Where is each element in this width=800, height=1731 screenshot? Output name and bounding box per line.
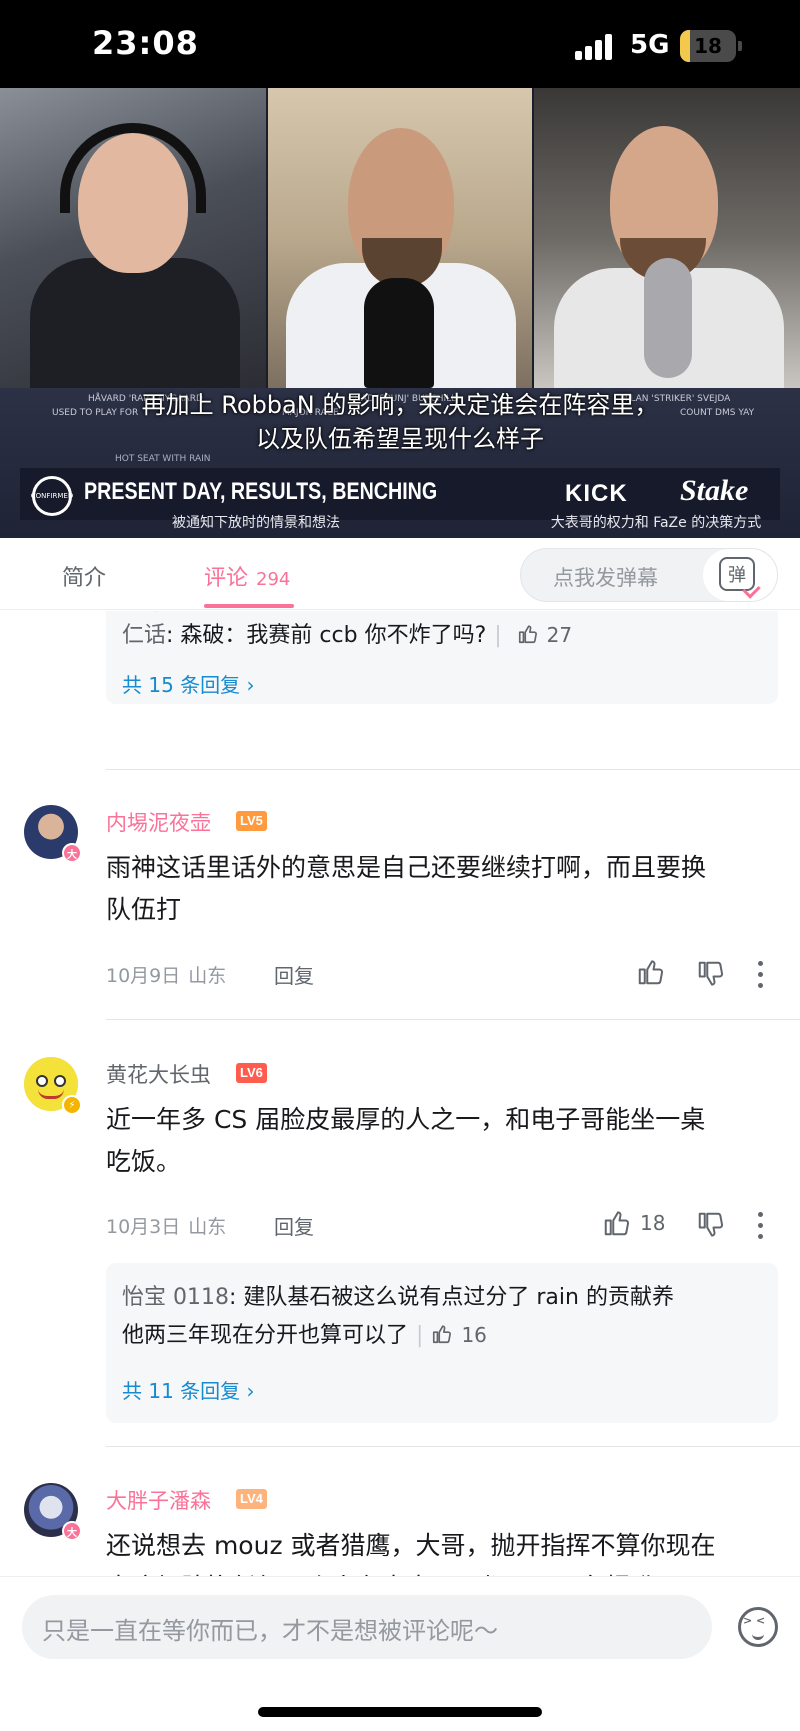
network-type: 5G (630, 30, 670, 60)
thumb-up-icon[interactable] (517, 623, 539, 645)
webcam-center (268, 88, 532, 388)
reply-button[interactable]: 回复 (274, 1211, 314, 1240)
danmaku-placeholder: 点我发弹幕 (553, 566, 658, 590)
danmaku-toggle-button[interactable]: 弹 (703, 549, 777, 601)
more-options-icon[interactable] (758, 961, 766, 989)
confirmed-logo: CONFIRMED (31, 476, 73, 516)
status-time: 23:08 (92, 24, 199, 62)
video-subtitle: 再加上 RobbaN 的影响，来决定谁会在阵容里， 以及队伍希望呈现什么样子 (0, 388, 800, 456)
thumb-down-icon[interactable] (696, 1210, 726, 1240)
danmaku-icon: 弹 (719, 557, 755, 591)
thumb-up-icon[interactable] (636, 957, 666, 987)
lightning-badge-icon: ⚡ (62, 1095, 82, 1115)
avatar[interactable]: ⚡ (24, 1057, 82, 1115)
comment-meta: 10月3日 山东 (106, 1216, 227, 1238)
comment-input[interactable]: 只是一直在等你而已，才不是想被评论呢～ (22, 1595, 712, 1659)
comment-username[interactable]: 黄花大长虫 (106, 1059, 211, 1089)
comment-username[interactable]: 大胖子潘森 (106, 1485, 211, 1515)
level-badge: LV6 (236, 1063, 267, 1083)
reply-text: : 建队基石被这么说有点过分了 rain 的贡献养 (228, 1285, 674, 1310)
tab-bar: 简介 评论 294 点我发弹幕 弹 (0, 538, 800, 610)
segment-title: PRESENT DAY, RESULTS, BENCHING (84, 478, 438, 505)
reply-username[interactable]: 怡宝 0118 (122, 1285, 229, 1310)
comment-text: 还说想去 mouz 或者猎鹰，大哥，抛开指挥不算你现在 去这俩队换任何一个人在大… (106, 1531, 716, 1576)
battery-icon: 18 (680, 30, 736, 62)
reply-preview-box: 吧| 30 仁话: 森破：我赛前 ccb 你不炸了吗?| 27 共 15 条回复… (106, 611, 778, 704)
thumb-down-icon[interactable] (696, 959, 726, 989)
reply-username[interactable]: 仁话 (122, 623, 166, 648)
webcam-left (0, 88, 266, 388)
stake-logo: Stake (680, 474, 749, 507)
danmaku-input[interactable]: 点我发弹幕 弹 (520, 548, 778, 602)
avatar[interactable]: 大 (24, 805, 82, 863)
chapter-caption-right: 大表哥的权力和 FaZe 的决策方式 (550, 515, 762, 531)
reply-text: : 森破：我赛前 ccb 你不炸了吗? (166, 623, 487, 648)
kick-logo: KICK (565, 480, 628, 507)
reply-partial: 吧| 30 (122, 611, 230, 613)
more-replies-link[interactable]: 共 15 条回复 › (122, 669, 255, 698)
webcam-right (534, 88, 800, 388)
comment-placeholder: 只是一直在等你而已，才不是想被评论呢～ (42, 1617, 498, 1645)
subtitle-line-2: 以及队伍希望呈现什么样子 (256, 425, 544, 453)
home-indicator[interactable] (258, 1707, 542, 1717)
comment-username[interactable]: 内埸泥夜壶 (106, 807, 211, 837)
comment-divider (106, 1019, 800, 1020)
battery-text: 18 (694, 34, 722, 58)
battery-cap (738, 41, 742, 51)
thumb-up-icon[interactable] (431, 1323, 453, 1345)
level-badge: LV4 (236, 1489, 267, 1509)
tab-comments[interactable]: 评论 294 (204, 560, 290, 592)
vip-badge: 大 (62, 843, 82, 863)
vip-badge: 大 (62, 1521, 82, 1541)
reply-preview-box: 怡宝 0118: 建队基石被这么说有点过分了 rain 的贡献养 他两三年现在分… (106, 1263, 778, 1423)
comment-meta: 10月9日 山东 (106, 965, 227, 987)
chapter-caption-left: 被通知下放时的情景和想法 (172, 515, 340, 531)
comment-input-bar: 只是一直在等你而已，才不是想被评论呢～ (0, 1576, 800, 1731)
comment-text: 雨神这话里话外的意思是自己还要继续打啊，而且要换 队伍打 (106, 853, 707, 924)
comment-divider (106, 769, 800, 770)
comment-list[interactable]: 吧| 30 仁话: 森破：我赛前 ccb 你不炸了吗?| 27 共 15 条回复… (0, 611, 800, 1576)
avatar[interactable]: 大 (24, 1483, 82, 1541)
reply-item[interactable]: 怡宝 0118: 建队基石被这么说有点过分了 rain 的贡献养 (122, 1279, 674, 1311)
comments-count: 294 (256, 569, 291, 590)
signal-icon (575, 34, 615, 60)
comment-text: 近一年多 CS 届脸皮最厚的人之一，和电子哥能坐一桌 吃饭。 (106, 1105, 706, 1176)
reply-item-cont: 他两三年现在分开也算可以了 | 16 (122, 1323, 487, 1348)
comment-divider (106, 1446, 800, 1447)
more-replies-link[interactable]: 共 11 条回复 › (122, 1375, 255, 1404)
active-tab-indicator (204, 604, 294, 608)
tab-intro[interactable]: 简介 (62, 560, 106, 592)
subtitle-line-1: 再加上 RobbaN 的影响，来决定谁会在阵容里， (141, 391, 659, 419)
video-player[interactable]: HÅVARD 'RAIN' NYGAARD USED TO PLAY FOR C… (0, 88, 800, 538)
level-badge: LV5 (236, 811, 267, 831)
tab-comments-label: 评论 (204, 566, 249, 591)
like-count: 18 (640, 1211, 666, 1235)
reply-item[interactable]: 仁话: 森破：我赛前 ccb 你不炸了吗? | 27 (122, 617, 572, 649)
more-options-icon[interactable] (758, 1212, 766, 1240)
reply-button[interactable]: 回复 (274, 960, 314, 989)
thumb-up-icon[interactable] (602, 1208, 632, 1238)
status-bar: 23:08 5G 18 (0, 0, 800, 88)
emoji-icon[interactable] (738, 1607, 778, 1647)
